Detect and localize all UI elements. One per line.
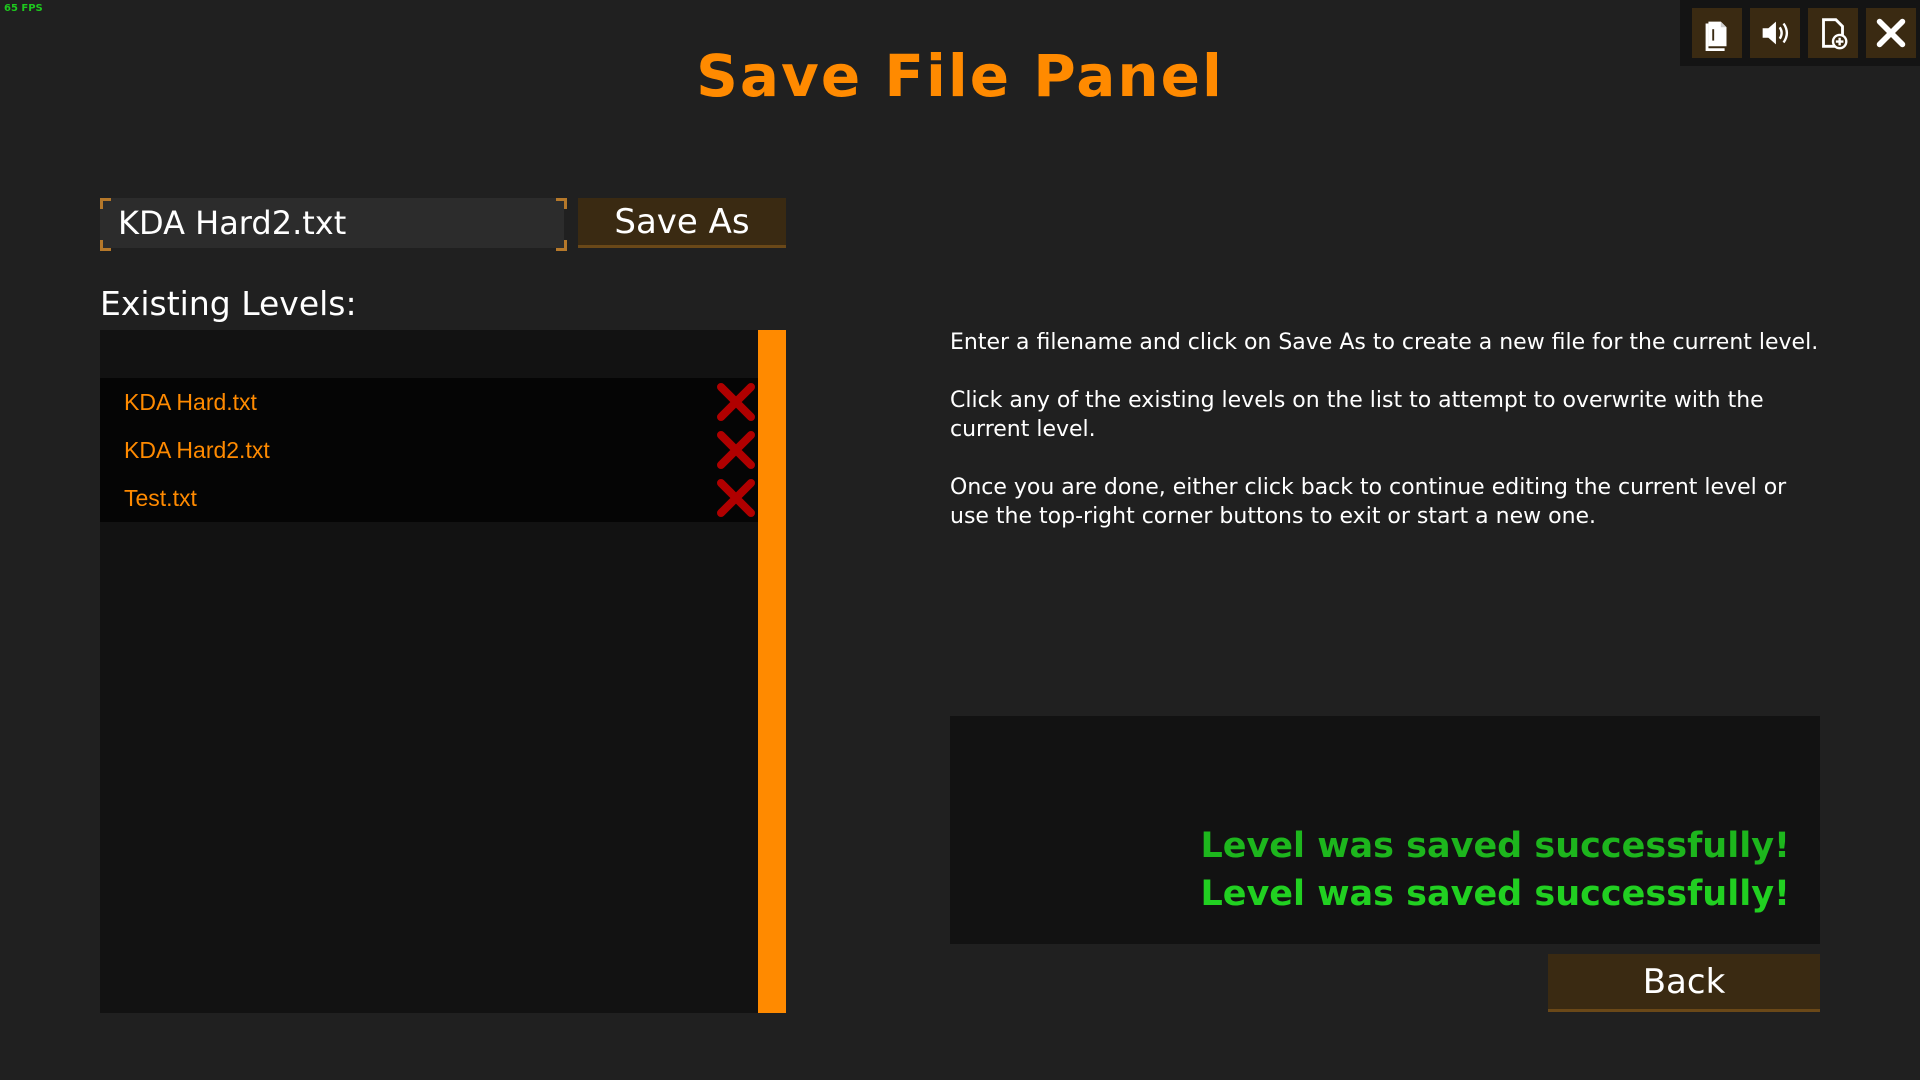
input-bracket-bottom-left [100, 240, 111, 251]
level-item-name: KDA Hard2.txt [124, 436, 270, 463]
page-title: Save File Panel [696, 42, 1224, 110]
input-bracket-top-right [556, 198, 567, 209]
instruction-paragraph: Enter a filename and click on Save As to… [950, 330, 1819, 355]
input-bracket-bottom-right [556, 240, 567, 251]
level-items: KDA Hard.txt KDA Hard2.txt Test.txt [100, 378, 758, 522]
list-scrollbar[interactable] [758, 330, 786, 1013]
instructions: Enter a filename and click on Save As to… [950, 328, 1830, 560]
fps-counter: 65 FPS [4, 3, 43, 14]
input-bracket-top-left [100, 198, 111, 209]
level-item[interactable]: KDA Hard2.txt [100, 426, 758, 474]
existing-levels-label: Existing Levels: [100, 284, 357, 323]
delete-level-icon[interactable] [714, 476, 758, 520]
delete-level-icon[interactable] [714, 380, 758, 424]
back-button[interactable]: Back [1548, 954, 1820, 1012]
filename-input[interactable] [100, 198, 564, 248]
save-file-panel: 65 FPS Save File Panel KDA Hard2.txt Sav… [0, 0, 1920, 1080]
delete-level-icon[interactable] [714, 428, 758, 472]
status-log-panel: Level was saved successfully! Level was … [950, 716, 1820, 944]
level-item-name: Test.txt [124, 484, 197, 511]
level-item[interactable]: Test.txt [100, 474, 758, 522]
status-message: Level was saved successfully! [1200, 874, 1790, 914]
instruction-paragraph: Once you are done, either click back to … [950, 475, 1787, 529]
level-item[interactable]: KDA Hard.txt [100, 378, 758, 426]
status-message: Level was saved successfully! [1200, 826, 1790, 866]
save-as-button[interactable]: Save As [578, 198, 786, 248]
level-item-name: KDA Hard.txt [124, 388, 257, 415]
existing-levels-list: KDA Hard.txt KDA Hard2.txt Test.txt [100, 330, 758, 1013]
instruction-paragraph: Click any of the existing levels on the … [950, 388, 1764, 442]
